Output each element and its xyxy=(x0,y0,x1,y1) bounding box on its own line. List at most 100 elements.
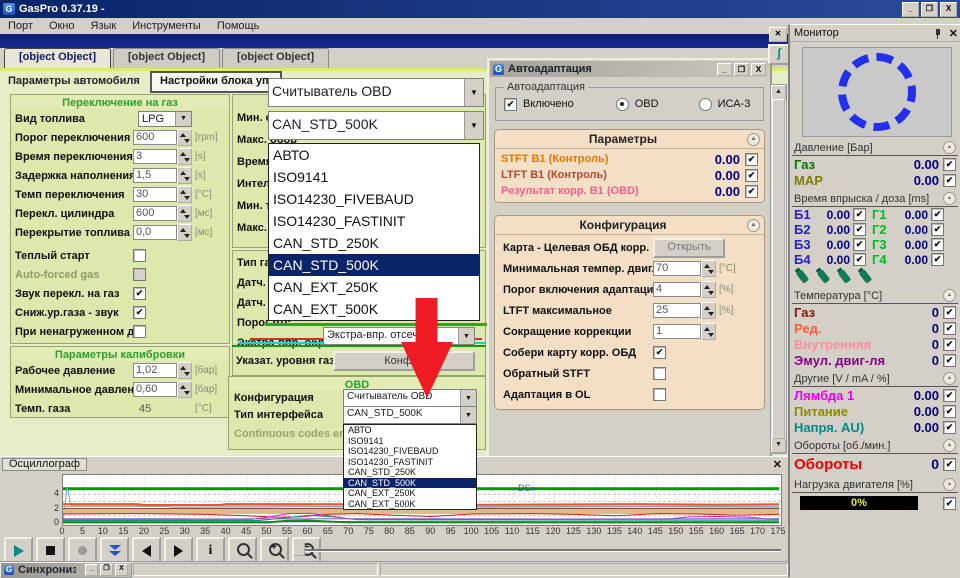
zoom-in-button[interactable] xyxy=(260,537,289,564)
info-button[interactable]: i xyxy=(196,537,225,564)
spinner-control[interactable] xyxy=(177,381,192,398)
checkbox[interactable]: ✔ xyxy=(943,174,956,187)
spinner-control[interactable] xyxy=(701,260,716,277)
spinner-control[interactable] xyxy=(177,148,192,165)
collapse-icon[interactable]: ▲ xyxy=(747,133,760,146)
checkbox[interactable]: ✔ xyxy=(931,238,944,251)
obd-iface-combo[interactable]: CAN_STD_500K ▼ xyxy=(343,406,477,424)
collapse-icon[interactable]: ▴ xyxy=(943,439,956,452)
restore-button[interactable]: ❐ xyxy=(921,2,938,17)
dropdown-option[interactable]: CAN_EXT_500K xyxy=(344,499,476,510)
restore-button[interactable]: ❐ xyxy=(100,564,113,576)
dropdown-option[interactable]: ISO14230_FASTINIT xyxy=(269,210,479,232)
interface-type-combo[interactable]: CAN_STD_500K ▼ xyxy=(268,111,484,140)
tab-Параметры[interactable]: [object Object] xyxy=(4,48,111,68)
dropdown-option[interactable]: ISO9141 xyxy=(269,166,479,188)
collapse-icon[interactable]: ▲ xyxy=(747,219,760,232)
stop-button[interactable] xyxy=(36,537,65,564)
param-input[interactable]: 600 xyxy=(133,206,177,221)
spinner-control[interactable] xyxy=(177,224,192,241)
obd-reader-combo[interactable]: Считыватель OBD ▼ xyxy=(268,78,484,107)
checkbox[interactable]: ✔ xyxy=(931,223,944,236)
checkbox[interactable] xyxy=(133,268,146,281)
close-button[interactable]: X xyxy=(115,564,128,576)
thermometer-icon[interactable]: ʃ xyxy=(768,44,790,65)
close-icon[interactable]: ✕ xyxy=(949,27,958,40)
checkbox[interactable]: ✔ xyxy=(931,208,944,221)
close-button[interactable]: X xyxy=(940,2,957,17)
param-input[interactable]: 3 xyxy=(133,149,177,164)
spinner-control[interactable] xyxy=(177,186,192,203)
tab-ecu-settings[interactable]: Настройки блока упр xyxy=(150,71,282,93)
checkbox[interactable]: ✔ xyxy=(853,223,866,236)
minimize-button[interactable]: _ xyxy=(717,63,732,76)
menu-item[interactable]: Порт xyxy=(8,20,33,32)
menu-item[interactable]: Окно xyxy=(49,20,75,32)
param-input[interactable]: 1,02 xyxy=(133,363,177,378)
chevron-down-icon[interactable]: ▼ xyxy=(458,328,474,344)
chevron-down-icon[interactable]: ▼ xyxy=(460,407,476,423)
prev-button[interactable] xyxy=(132,537,161,564)
tab-Карты[interactable]: [object Object] xyxy=(113,48,220,68)
obd-config-combo[interactable]: Считыватель OBD ▼ xyxy=(343,389,477,407)
checkbox[interactable]: ✔ xyxy=(653,346,666,359)
param-input[interactable]: 0,0 xyxy=(133,225,177,240)
config-input[interactable]: 70 xyxy=(653,261,701,276)
dropdown-option[interactable]: CAN_EXT_250K xyxy=(269,276,479,298)
isa3-radio[interactable] xyxy=(699,98,712,111)
close-pane-icon[interactable]: ✕ xyxy=(769,27,787,42)
param-input[interactable]: 600 xyxy=(133,130,177,145)
checkbox[interactable]: ✔ xyxy=(853,238,866,251)
checkbox[interactable]: ✔ xyxy=(931,253,944,266)
dropdown-option[interactable]: CAN_EXT_250K xyxy=(344,488,476,499)
spinner-control[interactable] xyxy=(701,302,716,319)
checkbox[interactable]: ✔ xyxy=(133,287,146,300)
chevron-down-icon[interactable]: ▼ xyxy=(460,390,476,406)
spinner-control[interactable] xyxy=(701,323,716,340)
checkbox[interactable]: ✔ xyxy=(943,405,956,418)
vertical-scrollbar[interactable]: ▲ ▼ xyxy=(770,84,787,454)
param-input[interactable]: 1,5 xyxy=(133,168,177,183)
collapse-icon[interactable]: ▴ xyxy=(943,141,956,154)
checkbox[interactable]: ✔ xyxy=(133,306,146,319)
spinner-control[interactable] xyxy=(177,167,192,184)
spinner-control[interactable] xyxy=(177,362,192,379)
dropdown-option[interactable]: АВТО xyxy=(269,144,479,166)
checkbox[interactable] xyxy=(133,325,146,338)
dropdown-option[interactable]: ISO9141 xyxy=(344,436,476,447)
dropdown-option[interactable]: CAN_STD_250K xyxy=(344,467,476,478)
obd-radio[interactable] xyxy=(616,98,629,111)
param-input[interactable]: 0,60 xyxy=(133,382,177,397)
checkbox[interactable] xyxy=(133,249,146,262)
param-input[interactable]: 30 xyxy=(133,187,177,202)
chevron-down-icon[interactable]: ▼ xyxy=(464,112,483,139)
scroll-down-icon[interactable]: ▼ xyxy=(771,438,786,453)
play-button[interactable] xyxy=(4,537,33,564)
checkbox[interactable]: ✔ xyxy=(943,322,956,335)
collapse-icon[interactable]: ▴ xyxy=(943,372,956,385)
gas-level-config-button[interactable]: Конфиг. xyxy=(333,351,475,371)
zoom-button[interactable] xyxy=(228,537,257,564)
checkbox[interactable]: ✔ xyxy=(853,253,866,266)
spinner-control[interactable] xyxy=(701,281,716,298)
skip-down-button[interactable] xyxy=(100,537,129,564)
next-button[interactable] xyxy=(164,537,193,564)
checkbox[interactable]: ✔ xyxy=(745,153,758,166)
dropdown-option[interactable]: АВТО xyxy=(344,425,476,436)
pin-icon[interactable] xyxy=(933,28,943,39)
record-button[interactable] xyxy=(68,537,97,564)
checkbox[interactable]: ✔ xyxy=(943,338,956,351)
checkbox[interactable] xyxy=(653,367,666,380)
collapse-icon[interactable]: ▴ xyxy=(943,289,956,302)
checkbox[interactable]: ✔ xyxy=(943,497,956,510)
checkbox[interactable]: ✔ xyxy=(745,185,758,198)
minimize-button[interactable]: _ xyxy=(902,2,919,17)
menu-item[interactable]: Язык xyxy=(91,20,117,32)
checkbox[interactable]: ✔ xyxy=(943,354,956,367)
dropdown-option[interactable]: CAN_STD_250K xyxy=(269,232,479,254)
close-icon[interactable]: ✕ xyxy=(773,458,782,471)
checkbox[interactable]: ✔ xyxy=(745,169,758,182)
fuel-type-combo[interactable]: LPG▼ xyxy=(138,111,192,127)
spinner-control[interactable] xyxy=(177,205,192,222)
chevron-down-icon[interactable]: ▼ xyxy=(464,79,483,106)
